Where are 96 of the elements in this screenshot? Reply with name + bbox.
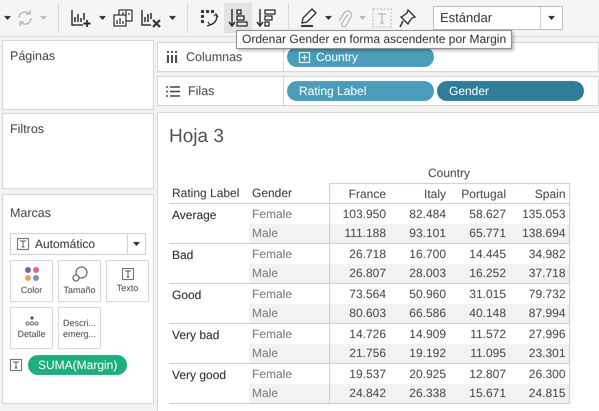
text-icon <box>17 238 29 250</box>
table-cell: 66.586 <box>389 304 449 324</box>
table-cell: 14.445 <box>449 244 509 264</box>
table-cell: 58.627 <box>449 204 509 224</box>
view-size-dropdown[interactable]: Estándar <box>433 6 563 30</box>
row-header: Rating Label <box>169 184 249 204</box>
table-cell: 65.771 <box>449 224 509 244</box>
text-box-icon <box>372 8 392 28</box>
table-cell: 24.815 <box>509 384 569 404</box>
rows-icon <box>166 86 180 96</box>
table-cell: 73.564 <box>329 284 389 304</box>
swap-icon <box>200 9 220 27</box>
table-cell: 82.484 <box>389 204 449 224</box>
table-cell: 138.694 <box>509 224 569 244</box>
rows-shelf-label: Filas <box>188 82 214 100</box>
column-header: France <box>329 184 389 204</box>
table-cell: Male <box>249 344 329 364</box>
table-cell: Male <box>249 264 329 284</box>
sort-ascending-icon <box>228 8 248 28</box>
table-cell: Male <box>249 224 329 244</box>
table-cell: 50.960 <box>389 284 449 304</box>
column-header: Spain <box>509 184 569 204</box>
paperclip-icon <box>338 8 352 28</box>
caret-icon <box>40 16 46 20</box>
column-header: Italy <box>389 184 449 204</box>
table-cell: 14.909 <box>389 324 449 344</box>
table-cell: 20.925 <box>389 364 449 384</box>
refresh-icon <box>16 9 34 27</box>
text-card[interactable]: Texto <box>106 260 149 302</box>
table-cell: 31.015 <box>449 284 509 304</box>
table-cell: 24.842 <box>329 384 389 404</box>
table-cell: Male <box>249 304 329 324</box>
row-label: Very good <box>172 368 226 382</box>
table-cell: 15.671 <box>449 384 509 404</box>
caret-icon <box>133 242 140 246</box>
table-cell: 16.252 <box>449 264 509 284</box>
size-card[interactable]: Tamaño <box>58 260 101 302</box>
caret-icon <box>4 16 10 20</box>
size-circles-icon <box>72 266 88 282</box>
table-cell: 19.537 <box>329 364 389 384</box>
row-header: Gender <box>249 184 329 204</box>
table-cell: 19.192 <box>389 344 449 364</box>
row-label: Good <box>172 288 202 302</box>
caret-icon <box>548 16 555 20</box>
sort-ascending-button[interactable] <box>224 3 252 33</box>
columns-shelf-label: Columnas <box>186 48 242 66</box>
table-cell: 93.101 <box>389 224 449 244</box>
text-icon <box>122 268 134 280</box>
detail-card[interactable]: Detalle <box>10 306 53 349</box>
table-cell: 28.003 <box>389 264 449 284</box>
table-cell: 14.726 <box>329 324 389 344</box>
filters-title: Filtros <box>10 121 46 138</box>
mark-type-dropdown[interactable]: Automático <box>10 232 146 255</box>
marks-title: Marcas <box>10 205 52 222</box>
row-label: Bad <box>172 248 194 262</box>
column-header: Portugal <box>449 184 509 204</box>
table-cell: 111.188 <box>329 224 389 244</box>
table-cell: 40.148 <box>449 304 509 324</box>
column-header: Country <box>428 166 470 180</box>
caret-icon <box>324 16 332 20</box>
caret-icon <box>98 16 106 20</box>
table-cell: 26.718 <box>329 244 389 264</box>
table-cell: 103.950 <box>329 204 389 224</box>
row-label: Very bad <box>172 328 220 342</box>
table-cell: 26.338 <box>389 384 449 404</box>
table-cell: 21.756 <box>329 344 389 364</box>
caret-icon <box>358 16 366 20</box>
expand-icon <box>299 52 310 62</box>
detail-dots-icon <box>24 316 38 326</box>
table-cell: 37.718 <box>509 264 569 284</box>
table-cell: 23.301 <box>509 344 569 364</box>
clear-chart-icon <box>141 8 161 28</box>
table-cell: 12.807 <box>449 364 509 384</box>
table-cell: 16.700 <box>389 244 449 264</box>
table-cell: 87.994 <box>509 304 569 324</box>
table-cell: 11.095 <box>449 344 509 364</box>
sheet-title: Hoja 3 <box>169 125 225 149</box>
tooltip-card[interactable]: Descri... emerg... <box>58 306 101 349</box>
duplicate-chart-icon <box>113 9 133 27</box>
columns-icon <box>166 51 178 63</box>
table-cell: Male <box>249 384 329 404</box>
sort-descending-icon <box>256 8 276 28</box>
pin-icon <box>399 8 417 28</box>
pages-title: Páginas <box>10 48 56 65</box>
text-icon <box>10 358 22 371</box>
caret-icon <box>168 16 176 20</box>
dimension-pill[interactable]: Gender <box>437 81 584 101</box>
table-cell: 11.572 <box>449 324 509 344</box>
color-dots-icon <box>24 266 40 282</box>
table-cell: 26.807 <box>329 264 389 284</box>
new-chart-icon <box>71 8 91 28</box>
table-cell: 80.603 <box>329 304 389 324</box>
color-card[interactable]: Color <box>10 260 53 302</box>
tooltip: Ordenar Gender en forma ascendente por Margin <box>236 30 512 49</box>
row-label: Average <box>172 208 216 222</box>
highlighter-icon <box>300 8 318 28</box>
